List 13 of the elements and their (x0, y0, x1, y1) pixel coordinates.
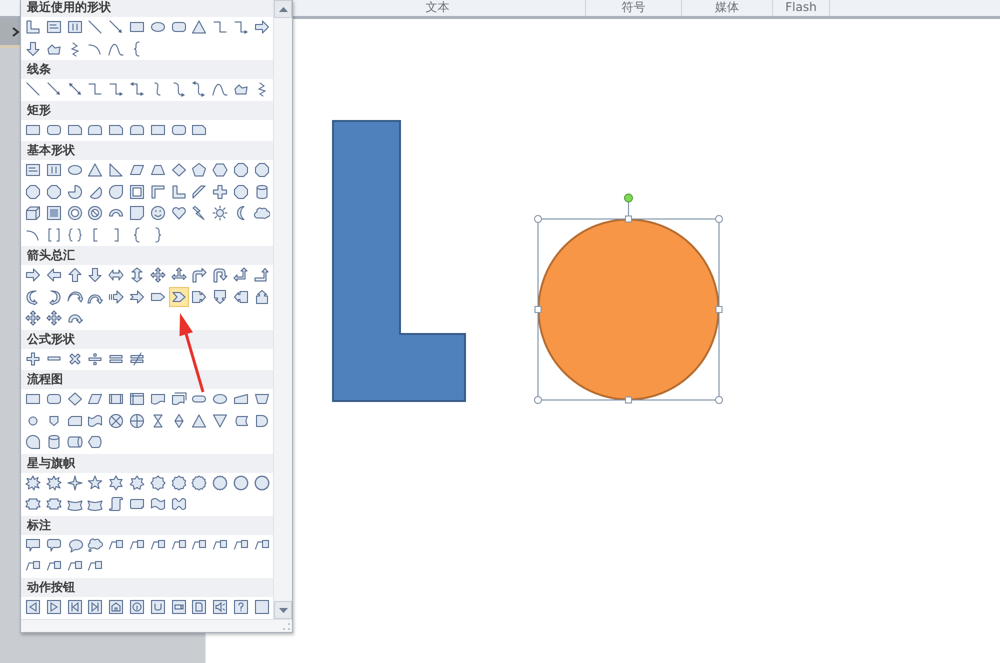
section-header: 标注 (21, 516, 273, 534)
ribbon-group-label: 媒体 (682, 0, 773, 16)
section-header: 线条 (21, 60, 273, 79)
ribbon-group-label: Flash (773, 0, 830, 16)
section-header: 矩形 (21, 100, 273, 120)
section-header: 流程图 (21, 370, 273, 389)
section-header: 星与旗帜 (21, 454, 273, 472)
section-header: 最近使用的形状 (21, 0, 273, 17)
ribbon-group-label: 符号 (586, 0, 682, 16)
section-header: 动作按钮 (21, 578, 273, 596)
section-header: 箭头总汇 (21, 246, 273, 265)
section-header: 公式形状 (21, 330, 273, 348)
section-header: 基本形状 (21, 141, 273, 160)
